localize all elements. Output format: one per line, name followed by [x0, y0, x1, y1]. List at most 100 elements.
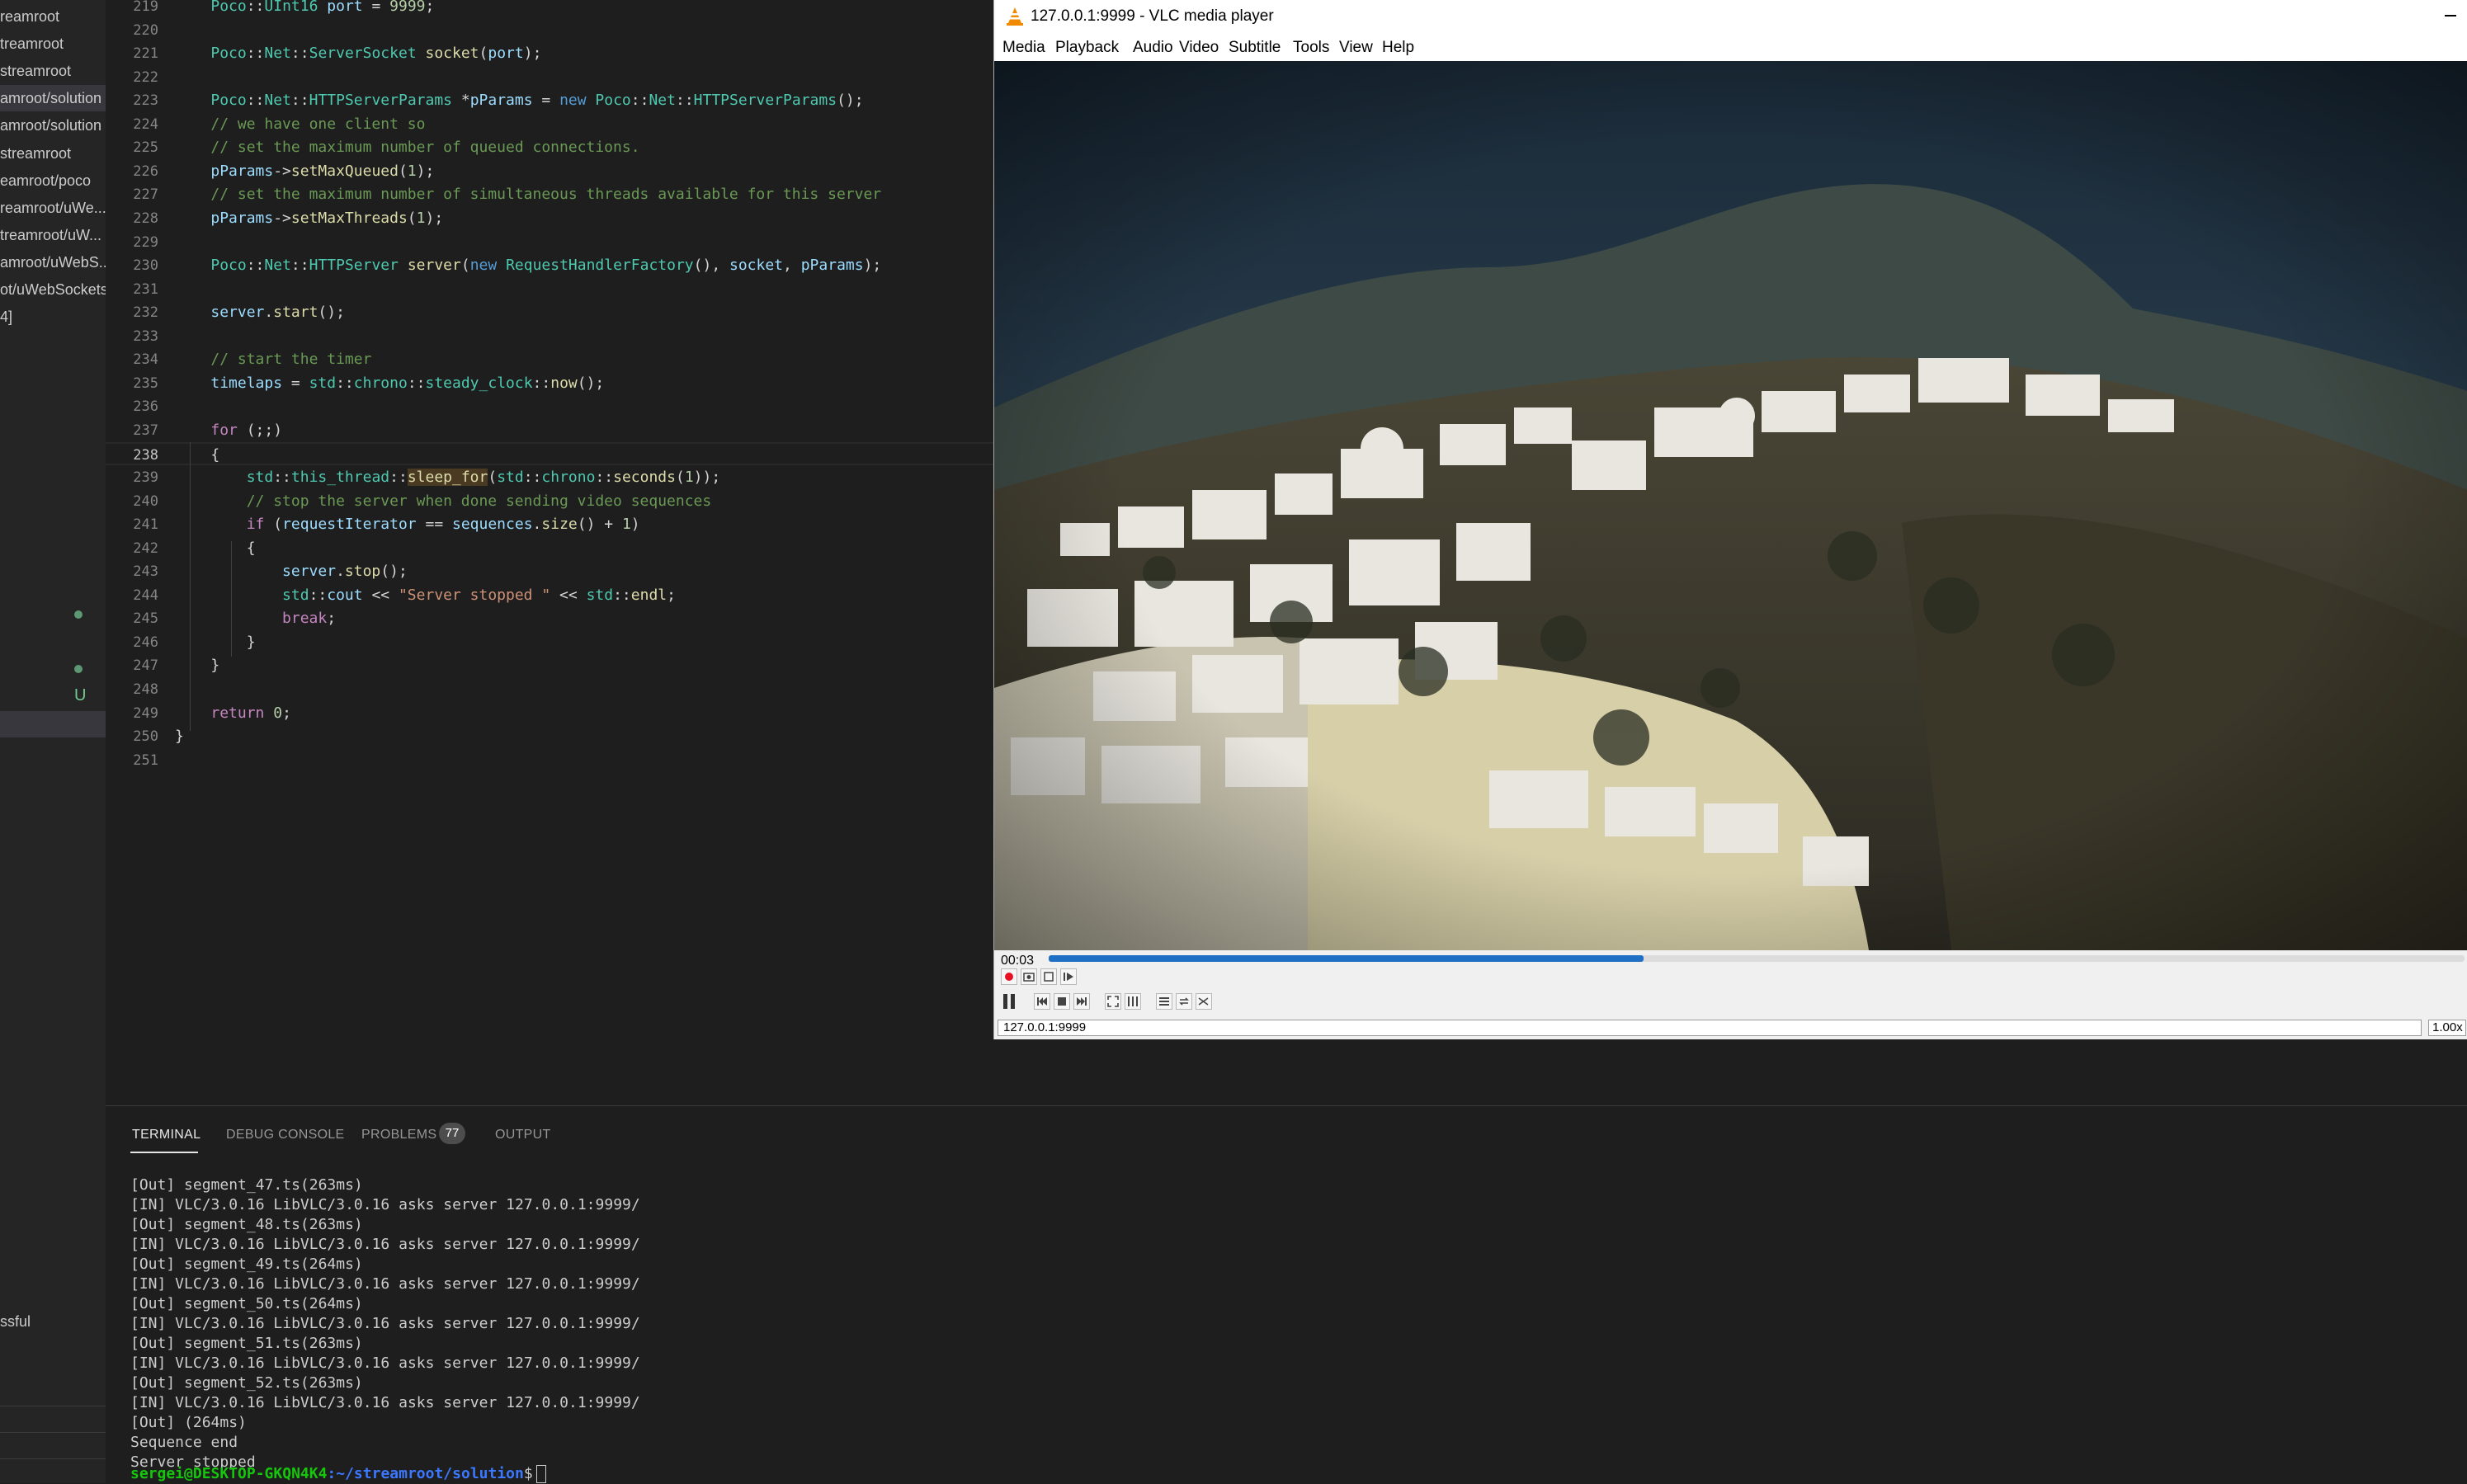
line-number: 227: [133, 186, 158, 203]
code-line[interactable]: 251: [106, 749, 993, 772]
sidebar-item[interactable]: amroot/uWebS...: [0, 249, 106, 276]
menu-playback[interactable]: Playback: [1055, 33, 1119, 63]
line-number: 219: [133, 0, 158, 15]
snapshot-button[interactable]: [1021, 968, 1037, 985]
code-line[interactable]: 250}: [106, 725, 993, 748]
code-line[interactable]: 243 server.stop();: [106, 560, 993, 583]
line-number: 244: [133, 587, 158, 604]
video-frame[interactable]: [994, 61, 2467, 950]
code-line[interactable]: 231: [106, 278, 993, 301]
menu-video[interactable]: Video: [1179, 33, 1219, 63]
shuffle-button[interactable]: [1196, 993, 1212, 1010]
code-line[interactable]: 222: [106, 66, 993, 89]
problems-count-badge: 77: [439, 1123, 465, 1144]
sidebar-item[interactable]: reamroot/uWe...: [0, 195, 106, 221]
code-line[interactable]: 224 // we have one client so: [106, 113, 993, 136]
menu-media[interactable]: Media: [1002, 33, 1045, 63]
line-number: 236: [133, 398, 158, 415]
code-line[interactable]: 244 std::cout << "Server stopped " << st…: [106, 584, 993, 607]
tab-debug-console[interactable]: DEBUG CONSOLE: [226, 1128, 345, 1142]
sidebar-item[interactable]: streamroot: [0, 140, 106, 167]
git-untracked-badge: U: [74, 686, 87, 704]
line-number: 239: [133, 469, 158, 486]
extended-settings-button[interactable]: [1125, 993, 1141, 1010]
menu-subtitle[interactable]: Subtitle: [1229, 33, 1281, 63]
sidebar-item[interactable]: amroot/solution: [0, 85, 106, 111]
terminal-prompt[interactable]: sergei@DESKTOP-GKQN4K4:~/streamroot/solu…: [130, 1464, 546, 1484]
next-button[interactable]: [1073, 993, 1090, 1010]
code-text: timelaps = std::chrono::steady_clock::no…: [210, 375, 605, 392]
line-number: 248: [133, 681, 158, 698]
line-number: 221: [133, 45, 158, 62]
code-line[interactable]: 232 server.start();: [106, 301, 993, 324]
pause-button[interactable]: [999, 992, 1019, 1011]
terminal-line: [IN] VLC/3.0.16 LibVLC/3.0.16 asks serve…: [130, 1275, 640, 1293]
menu-audio[interactable]: Audio: [1133, 33, 1173, 63]
sidebar-item[interactable]: treamroot/uW...: [0, 222, 106, 248]
menu-help[interactable]: Help: [1382, 33, 1414, 63]
playlist-button[interactable]: [1156, 993, 1172, 1010]
line-number: 224: [133, 116, 158, 133]
explorer-sidebar: reamroot treamroot streamroot amroot/soluti…: [0, 0, 106, 1483]
code-line[interactable]: 237 for (;;): [106, 419, 993, 442]
code-line[interactable]: 230 Poco::Net::HTTPServer server(new Req…: [106, 254, 993, 277]
stop-button[interactable]: [1054, 993, 1070, 1010]
sidebar-item[interactable]: streamroot: [0, 58, 106, 84]
code-line[interactable]: 227 // set the maximum number of simulta…: [106, 183, 993, 206]
code-line[interactable]: 235 timelaps = std::chrono::steady_clock…: [106, 372, 993, 395]
previous-button[interactable]: [1034, 993, 1050, 1010]
code-line[interactable]: 234 // start the timer: [106, 348, 993, 371]
code-line[interactable]: 241 if (requestIterator == sequences.siz…: [106, 513, 993, 536]
seek-bar[interactable]: [1049, 955, 2465, 962]
sidebar-divider: [0, 1458, 106, 1459]
code-line[interactable]: 246 }: [106, 631, 993, 654]
vlc-title-bar[interactable]: 127.0.0.1:9999 - VLC media player: [994, 0, 2467, 33]
code-line[interactable]: 242 {: [106, 537, 993, 560]
code-line[interactable]: 236: [106, 395, 993, 418]
sidebar-output-text: ssful: [0, 1313, 31, 1330]
sidebar-item[interactable]: 4]: [0, 304, 106, 330]
loop-button[interactable]: [1176, 993, 1192, 1010]
code-line[interactable]: 239 std::this_thread::sleep_for(std::chr…: [106, 466, 993, 489]
sidebar-item[interactable]: treamroot: [0, 31, 106, 57]
code-text: // stop the server when done sending vid…: [246, 492, 712, 510]
frame-step-button[interactable]: [1060, 968, 1077, 985]
code-text: Poco::Net::HTTPServerParams *pParams = n…: [210, 92, 864, 109]
sidebar-selected-row[interactable]: [0, 711, 106, 737]
tab-problems[interactable]: PROBLEMS: [361, 1128, 436, 1142]
sidebar-item[interactable]: reamroot: [0, 3, 106, 30]
code-editor[interactable]: 219 Poco::UInt16 port = 9999; 220 221 Poco…: [106, 0, 993, 1105]
code-line[interactable]: 248: [106, 678, 993, 701]
elapsed-time: 00:03: [1001, 954, 1035, 968]
code-line[interactable]: 249 return 0;: [106, 702, 993, 725]
sidebar-item[interactable]: eamroot/poco: [0, 167, 106, 194]
loop-ab-button[interactable]: [1040, 968, 1057, 985]
code-line[interactable]: 229: [106, 231, 993, 254]
vlc-window[interactable]: 127.0.0.1:9999 - VLC media player Media …: [993, 0, 2467, 1039]
sidebar-item[interactable]: amroot/solution: [0, 112, 106, 139]
fullscreen-button[interactable]: [1105, 993, 1121, 1010]
code-line[interactable]: 247 }: [106, 654, 993, 677]
code-line[interactable]: 245 break;: [106, 607, 993, 630]
menu-tools[interactable]: Tools: [1293, 33, 1329, 63]
terminal-line: [Out] segment_51.ts(263ms): [130, 1335, 363, 1352]
code-line[interactable]: 226 pParams->setMaxQueued(1);: [106, 160, 993, 183]
minimize-icon[interactable]: [2445, 15, 2456, 16]
tab-terminal[interactable]: TERMINAL: [132, 1128, 200, 1142]
record-button[interactable]: [1001, 968, 1017, 985]
code-line[interactable]: 221 Poco::Net::ServerSocket socket(port)…: [106, 42, 993, 65]
playback-speed[interactable]: 1.00x: [2428, 1020, 2466, 1036]
code-line[interactable]: 220: [106, 19, 993, 42]
code-line[interactable]: 233: [106, 325, 993, 348]
shuffle-icon: [1198, 997, 1209, 1006]
menu-view[interactable]: View: [1339, 33, 1373, 63]
code-line[interactable]: 240 // stop the server when done sending…: [106, 490, 993, 513]
sidebar-item[interactable]: ot/uWebSockets: [0, 276, 106, 303]
code-line[interactable]: 228 pParams->setMaxThreads(1);: [106, 207, 993, 230]
line-number: 230: [133, 257, 158, 274]
code-line[interactable]: 223 Poco::Net::HTTPServerParams *pParams…: [106, 89, 993, 112]
code-line[interactable]: 238 {: [106, 442, 993, 465]
code-line[interactable]: 219 Poco::UInt16 port = 9999;: [106, 0, 993, 18]
tab-output[interactable]: OUTPUT: [495, 1128, 551, 1142]
code-line[interactable]: 225 // set the maximum number of queued …: [106, 136, 993, 159]
